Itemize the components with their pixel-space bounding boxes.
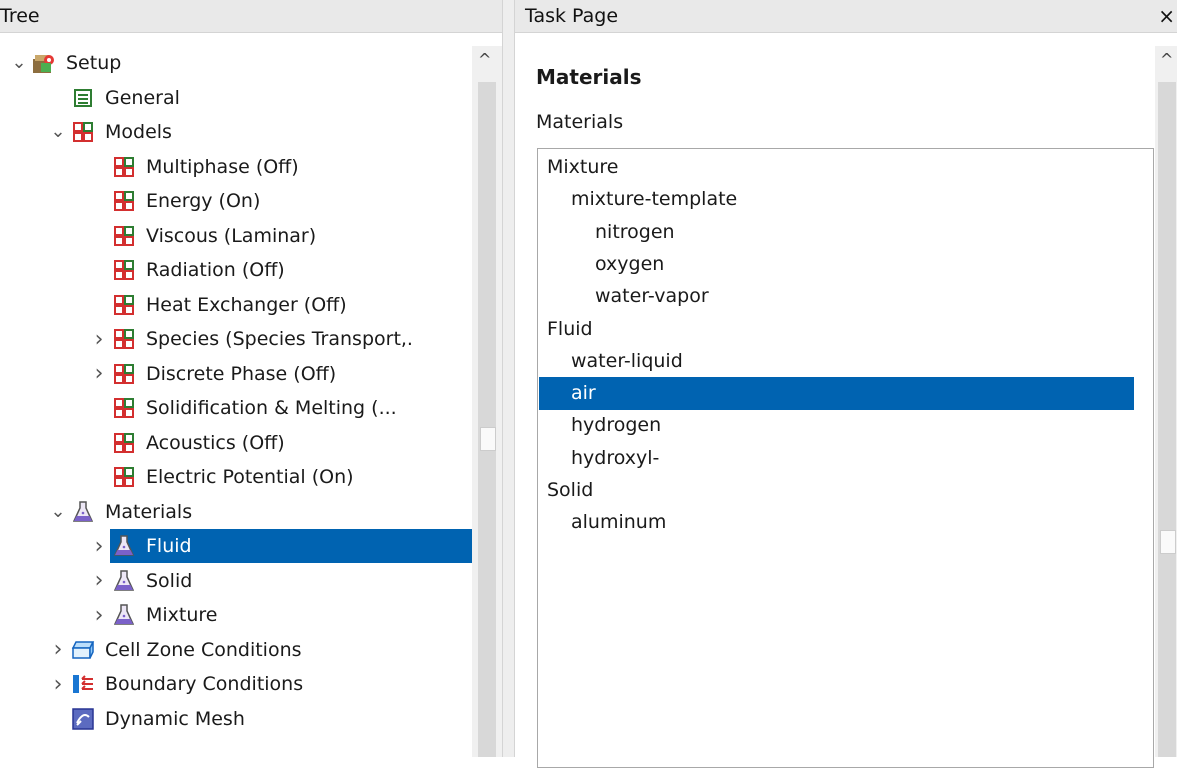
tree-item-label: Setup [66,52,122,74]
chevron-right-icon[interactable]: › [88,327,110,352]
tree-item-label: Dynamic Mesh [105,707,245,730]
chevron-right-icon[interactable]: › [88,534,110,559]
material-category[interactable]: Mixture [539,151,1134,184]
tree-item[interactable]: › Cell Zone Conditions [0,633,472,667]
tree-item-label: Solid [146,569,193,592]
tree-item-label: General [105,86,180,109]
models-icon [110,327,138,351]
tree-item-label: Models [105,121,172,143]
chevron-down-icon[interactable]: ⌄ [47,502,69,520]
tree-item[interactable]: Viscous (Laminar) [0,219,472,253]
cell-zone-icon [69,638,97,662]
tree-pane-title: Tree [0,5,40,27]
tree-item[interactable]: ⌄ Materials [0,495,472,529]
flask-icon [110,534,138,558]
chevron-right-icon[interactable]: › [47,672,69,697]
material-item[interactable]: air [539,377,1134,411]
tree-item-label: Electric Potential (On) [146,466,354,488]
setup-icon [30,51,58,75]
tree-item[interactable]: Dynamic Mesh [0,702,472,736]
tree-item-label: Acoustics (Off) [146,431,285,454]
tree-scroll-track[interactable] [478,82,496,757]
chevron-right-icon[interactable]: › [88,568,110,593]
material-item[interactable]: hydrogen [539,409,1134,442]
tree-item[interactable]: Electric Potential (On) [0,460,472,494]
materials-list[interactable]: Mixture mixture-template nitrogen oxygen wat… [537,148,1154,768]
tree-item-label: Solidification & Melting (... [146,397,397,419]
tree-item[interactable]: Solidification & Melting (... [0,391,472,425]
models-icon [110,362,138,386]
tree-item[interactable]: Acoustics (Off) [0,426,472,460]
tree-item-label: Multiphase (Off) [146,155,299,178]
tree-item-label: Radiation (Off) [146,259,285,281]
tree-scroll-thumb[interactable] [480,427,496,451]
tree-item-label: Cell Zone Conditions [105,638,302,661]
material-item[interactable]: aluminum [539,506,1134,539]
flask-icon [69,500,97,524]
tree-item[interactable]: Multiphase (Off) [0,150,472,184]
models-icon [110,396,138,420]
tree-item[interactable]: › Mixture [0,598,472,632]
tree-item-label: Viscous (Laminar) [146,224,317,247]
task-scroll-track[interactable] [1158,82,1176,757]
models-icon [110,258,138,282]
close-icon[interactable]: × [1158,0,1175,33]
tree-item[interactable]: ⌄ Setup [0,46,472,80]
flask-icon [110,569,138,593]
models-icon [69,120,97,144]
tree-item[interactable]: Radiation (Off) [0,253,472,287]
tree-item-label: Heat Exchanger (Off) [146,293,347,316]
outline-tree: ⌄ Setup General ⌄ Models Multiphase (Off) Ener… [0,33,472,757]
chevron-right-icon[interactable]: › [88,361,110,386]
tree-pane-header: Tree [0,0,502,33]
boundary-icon [69,672,97,696]
tree-item-label: Species (Species Transport,. [146,328,413,350]
material-category[interactable]: Fluid [539,313,1134,346]
tree-item[interactable]: Heat Exchanger (Off) [0,288,472,322]
tree-item[interactable]: › Solid [0,564,472,598]
material-item[interactable]: nitrogen [539,216,1134,249]
material-item[interactable]: water-vapor [539,280,1134,313]
material-item[interactable]: oxygen [539,248,1134,281]
models-icon [110,465,138,489]
tree-item[interactable]: › Species (Species Transport,. [0,322,472,356]
chevron-right-icon[interactable]: › [88,603,110,628]
task-pane-header: Task Page × [515,0,1177,33]
tree-item-label: Discrete Phase (Off) [146,362,337,385]
models-icon [110,293,138,317]
material-item[interactable]: mixture-template [539,183,1134,216]
models-icon [110,189,138,213]
material-item[interactable]: water-liquid [539,345,1134,378]
flask-icon [110,603,138,627]
task-scroll-up-icon[interactable]: ^ [1160,50,1173,69]
general-icon [69,86,97,110]
tree-item[interactable]: › Discrete Phase (Off) [0,357,472,391]
tree-item[interactable]: › Fluid [0,529,472,563]
models-icon [110,224,138,248]
task-scroll-thumb[interactable] [1160,530,1176,554]
tree-scroll-up-icon[interactable]: ^ [478,50,491,69]
tree-item[interactable]: General [0,81,472,115]
material-category[interactable]: Solid [539,474,1134,507]
chevron-right-icon[interactable]: › [47,637,69,662]
tree-item-label: Mixture [146,604,218,626]
tree-item[interactable]: ⌄ Models [0,115,472,149]
chevron-down-icon[interactable]: ⌄ [47,123,69,141]
chevron-down-icon[interactable]: ⌄ [8,54,30,72]
task-pane-title: Task Page [525,5,619,27]
tree-item-label: Energy (On) [146,190,261,212]
materials-list-label: Materials [536,111,624,133]
dynamic-mesh-icon [69,707,97,731]
task-page-title: Materials [536,65,642,89]
task-page: Materials Materials Mixture mixture-templ… [515,33,1155,768]
pane-splitter[interactable] [502,0,515,757]
tree-item-label: Fluid [146,535,192,557]
tree-item[interactable]: Energy (On) [0,184,472,218]
material-item[interactable]: hydroxyl- [539,442,1134,475]
tree-item-label: Boundary Conditions [105,673,304,695]
tree-item-label: Materials [105,500,193,523]
models-icon [110,431,138,455]
models-icon [110,155,138,179]
tree-item[interactable]: › Boundary Conditions [0,667,472,701]
